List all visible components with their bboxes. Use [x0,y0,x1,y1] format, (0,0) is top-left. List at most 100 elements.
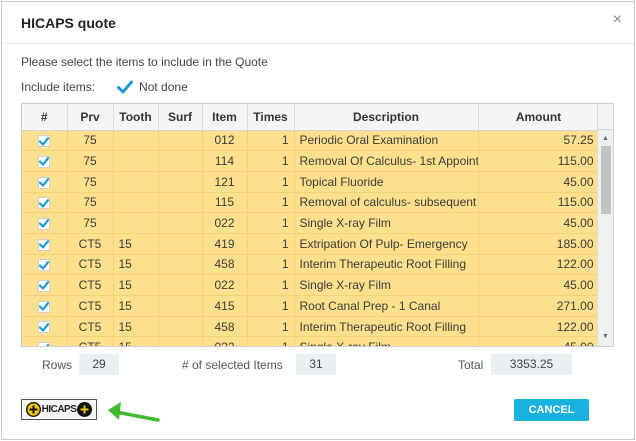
cell-surf [158,171,203,193]
row-checkbox[interactable] [38,176,51,189]
cell-prv: CT5 [67,336,114,346]
column-header-times[interactable]: Times [247,104,295,131]
cell-item: 415 [202,295,248,317]
cancel-button[interactable]: CANCEL [514,399,589,421]
row-checkbox[interactable] [38,238,51,251]
arrow-left-icon [108,402,160,422]
row-checkbox[interactable] [38,279,51,292]
cell-tooth: 15 [113,254,159,276]
vertical-scrollbar[interactable]: ▲ ▼ [597,130,613,346]
cell-amount: 57.25 [478,130,600,152]
checkmark-icon [117,80,134,94]
column-header-amount[interactable]: Amount [478,104,600,131]
checkmark-icon [39,260,50,270]
table-row[interactable]: CT5 15 458 1 Interim Therapeutic Root Fillin… [22,316,600,338]
checkmark-icon [39,136,50,146]
cell-description: Interim Therapeutic Root Filling [294,254,479,276]
checkmark-icon [39,178,50,187]
include-items-row: Include items: Not done [21,79,188,95]
cell-surf [158,254,203,276]
row-checkbox[interactable] [38,197,51,210]
table-row[interactable]: 75 1151Removal of calculus- subsequent Ap… [22,192,600,214]
close-icon[interactable]: × [613,12,622,28]
row-checkbox[interactable] [38,135,51,148]
cell-prv: CT5 [67,316,114,338]
cell-select [22,316,68,338]
total-value: 3353.25 [491,354,572,375]
column-header-prv[interactable]: Prv [67,104,114,131]
column-header-tooth[interactable]: Tooth [113,104,159,131]
column-header-number[interactable]: # [22,104,68,131]
cell-prv: CT5 [67,274,114,296]
cell-times: 1 [247,171,295,193]
cell-description: Interim Therapeutic Root Filling [294,316,479,338]
table-row[interactable]: CT5 15 419 1 Extripation Of Pulp- Emergency 1… [22,233,600,255]
table-row[interactable]: CT515 0221Single X-ray Film45.00 [22,274,600,296]
cell-prv: CT5 [67,295,114,317]
hicaps-button-label: HICAPS [41,404,77,415]
cell-surf [158,150,203,172]
table-row[interactable]: 75 012 1 Periodic Oral Examination 57.25 [22,130,600,152]
cell-item: 458 [202,316,248,338]
cell-description: Periodic Oral Examination [294,130,479,152]
row-checkbox[interactable] [38,155,51,168]
cell-times: 1 [247,316,295,338]
scroll-down-icon[interactable]: ▼ [598,330,613,344]
table-row[interactable]: 75 1141Removal Of Calculus- 1st Appointme… [22,150,600,172]
table-row[interactable]: 75 121 1 Topical Fluoride 45.00 [22,171,600,193]
cell-item: 458 [202,254,248,276]
cell-surf [158,233,203,255]
cell-select [22,171,68,193]
column-header-item[interactable]: Item [202,104,248,131]
items-table: # Prv Tooth Surf Item Times Description … [22,104,600,346]
table-body: 75 012 1 Periodic Oral Examination 57.25 75 11… [22,130,600,346]
cell-description: Root Canal Prep - 1 Canal [294,295,479,317]
checkmark-icon [39,281,50,291]
cell-surf [158,130,203,152]
title-divider [2,43,634,44]
row-checkbox[interactable] [38,321,51,334]
cell-surf [158,336,203,346]
cell-tooth [113,212,159,234]
scroll-thumb[interactable] [601,146,611,214]
column-header-surf[interactable]: Surf [158,104,203,131]
row-checkbox[interactable] [38,342,51,346]
cell-amount: 45.00 [478,171,600,193]
cell-times: 1 [247,336,295,346]
cell-select [22,233,68,255]
table-row[interactable]: 75 022 1 Single X-ray Film 45.00 [22,212,600,234]
total-label: Total [458,358,484,372]
plus-circle-icon [77,402,93,417]
cell-item: 121 [202,171,248,193]
table-row[interactable]: CT515 0221Single X-ray Film45.00 [22,336,600,346]
row-checkbox[interactable] [38,217,51,230]
cell-amount: 45.00 [478,212,600,234]
cell-times: 1 [247,254,295,276]
checkmark-icon [39,322,50,332]
table-row[interactable]: CT5 15 458 1 Interim Therapeutic Root Fillin… [22,254,600,276]
cell-times: 1 [247,295,295,317]
row-checkbox[interactable] [38,300,51,313]
cell-item: 419 [202,233,248,255]
table-row[interactable]: CT5 15 415 1 Root Canal Prep - 1 Canal 271.00 [22,295,600,317]
hicaps-button[interactable]: HICAPS [21,399,97,420]
cell-times: 1 [247,212,295,234]
cell-select [22,274,68,296]
cell-item: 022 [202,336,248,346]
cell-tooth [113,171,159,193]
items-grid: # Prv Tooth Surf Item Times Description … [21,103,614,347]
cell-tooth: 15 [113,316,159,338]
cell-tooth: 15 [113,233,159,255]
cell-tooth [113,130,159,152]
cell-times: 1 [247,150,295,172]
dialog-title: HICAPS quote [21,15,116,31]
row-checkbox[interactable] [38,259,51,272]
cell-amount: 115.00 [478,192,600,214]
cell-prv: 75 [67,150,114,172]
cell-tooth: 15 [113,274,159,296]
column-header-description[interactable]: Description [294,104,479,131]
include-items-label: Include items: [21,80,96,94]
scroll-up-icon[interactable]: ▲ [598,132,613,146]
include-items-checkbox[interactable] [117,79,134,95]
cell-tooth: 15 [113,295,159,317]
